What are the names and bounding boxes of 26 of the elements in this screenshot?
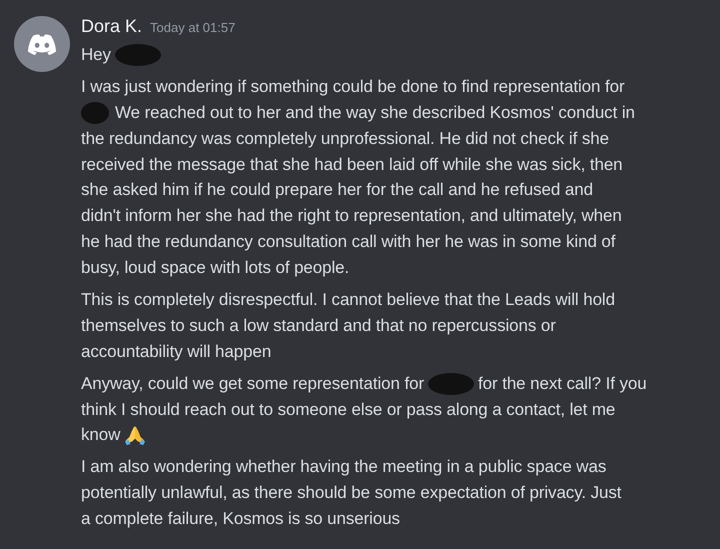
message-text: I was just wondering if something could be done to find representation for xyxy=(81,76,625,98)
message-text: received the message that she had been laid off while she was sick, then xyxy=(81,154,623,176)
message-text: We reached out to her and the way she described Kosmos' conduct in xyxy=(115,102,635,124)
message-text: Hey xyxy=(81,44,111,66)
author-name[interactable]: Dora K. xyxy=(81,16,142,37)
message-text: think I should reach out to someone else or pass along a contact, let me xyxy=(81,398,616,421)
message-text: the redundancy was completely unprofessional. He did not check if she xyxy=(81,128,609,150)
timestamp: Today at 01:57 xyxy=(150,20,236,35)
message-text: busy, loud space with lots of people. xyxy=(81,257,350,280)
message-text: This is completely disrespectful. I cannot believe that the Leads will hold xyxy=(81,289,615,312)
redaction-mark xyxy=(428,372,474,395)
message-text: Anyway, could we get some representation for xyxy=(81,372,424,395)
message-text: I am also wondering whether having the meeting in a public space was xyxy=(81,456,606,478)
message-text: a complete failure, Kosmos is so unserious xyxy=(81,508,400,530)
message-text: themselves to such a low standard and that no repercussions or xyxy=(81,314,556,337)
message-text: she asked him if he could prepare her for the call and he refused and xyxy=(81,179,593,202)
message-text: potentially unlawful, as there should be some expectation of privacy. Just xyxy=(81,482,622,504)
message-text: accountability will happen xyxy=(81,340,272,363)
praying-hands-icon xyxy=(124,424,146,446)
message-text: he had the redundancy consultation call with her he was in some kind of xyxy=(81,231,616,254)
message-text: didn't inform her she had the right to representation, and ultimately, when xyxy=(81,205,622,228)
redaction-mark xyxy=(81,102,109,124)
message-text: know xyxy=(81,424,120,446)
redaction-mark xyxy=(114,44,161,66)
message-text: for the next call? If you xyxy=(478,372,647,395)
controller-icon xyxy=(27,32,57,56)
